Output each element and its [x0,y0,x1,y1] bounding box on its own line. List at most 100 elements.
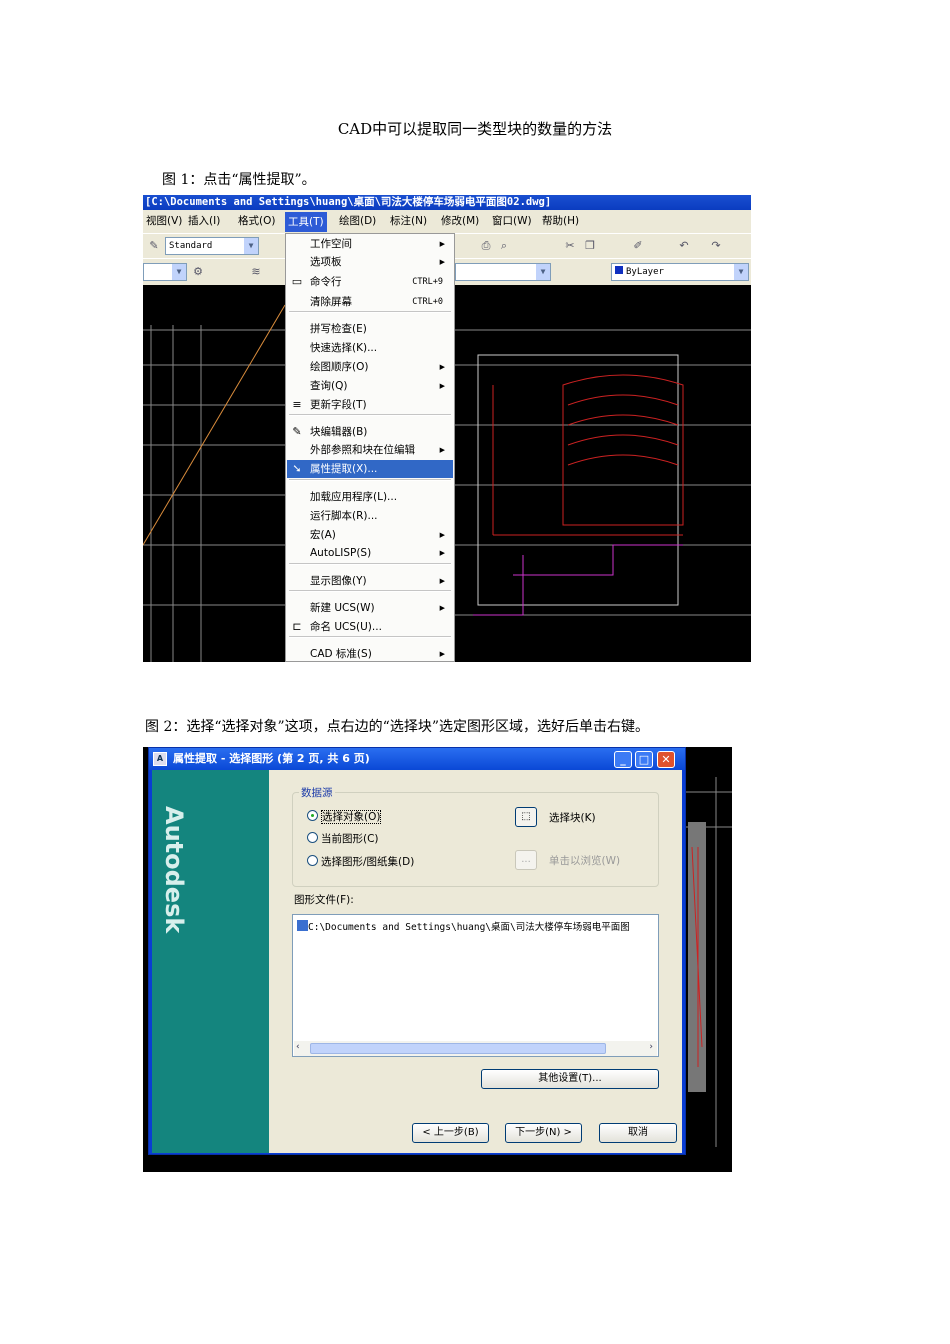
figure2-screenshot: A 属性提取 - 选择图形 (第 2 页, 共 6 页) _ □ ✕ Autod… [143,747,732,1172]
select-block-label: 选择块(K) [549,812,596,824]
radio-select-objects[interactable]: 选择对象(O) [307,809,382,824]
cad-drawing-canvas [686,777,732,1147]
menu-separator [289,563,451,565]
copy-icon[interactable]: ❐ [583,239,597,253]
drawing-files-list[interactable]: C:\Documents and Settings\huang\桌面\司法大楼停… [292,914,659,1057]
menu-item[interactable]: CAD 标准(S) ▶ [287,645,453,662]
submenu-arrow-icon: ▶ [439,382,445,390]
window-title-bar: [C:\Documents and Settings\huang\桌面\司法大楼… [143,195,751,210]
cut-icon[interactable]: ✂ [563,239,577,253]
menu-item[interactable]: 显示图像(Y) ▶ [287,572,453,590]
text-style-value: Standard [169,241,213,251]
dialog-title: 属性提取 - 选择图形 (第 2 页, 共 6 页) [173,752,370,765]
text-style-select[interactable]: Standard ▼ [165,237,259,255]
menu-item-label: CAD 标准(S) [310,648,372,660]
menu-item-label: AutoLISP(S) [310,547,372,559]
menu-item[interactable]: 宏(A) ▶ [287,526,453,544]
menu-item[interactable]: ➘ 属性提取(X)... [287,460,453,478]
menu-separator [289,479,451,481]
radio-icon [307,832,318,843]
maximize-button[interactable]: □ [635,751,653,768]
menu-item[interactable]: 加载应用程序(L)... [287,488,453,506]
close-button[interactable]: ✕ [657,751,675,768]
app-icon: A [153,752,167,766]
menu-item[interactable]: 快速选择(K)... [287,339,453,357]
menu-item-label: 更新字段(T) [310,399,367,411]
menu-item-label: 属性提取(X)... [310,463,378,475]
chevron-down-icon: ▼ [734,264,748,280]
text-style-icon: ✎ [149,239,159,252]
menu-item-label: 选项板 [310,256,342,268]
menu-item[interactable]: 清除屏幕 CTRL+0 [287,293,453,311]
menu-item[interactable]: 运行脚本(R)... [287,507,453,525]
menu-separator [289,414,451,416]
menu-item[interactable]: 外部参照和块在位编辑 ▶ [287,441,453,459]
autodesk-logo: Autodesk [160,806,188,934]
submenu-arrow-icon: ▶ [439,604,445,612]
minimize-button[interactable]: _ [614,751,632,768]
menu-item[interactable]: ▭ 命令行 CTRL+9 [287,273,453,291]
menu-item[interactable]: 拼写检查(E) [287,320,453,338]
redo-icon[interactable]: ↷ [709,239,723,253]
menu-item[interactable]: 绘图顺序(O) ▶ [287,358,453,376]
figure2-caption: 图 2：选择“选择对象”这项，点右边的“选择块”选定图形区域，选好后单击右键。 [145,719,649,735]
menu-insert[interactable]: 插入(I) [185,210,223,233]
radio-current-drawing[interactable]: 当前图形(C) [307,831,379,846]
select-block-button[interactable]: ⬚ [515,807,537,827]
next-button[interactable]: 下一步(N) > [505,1123,582,1143]
menu-shortcut: CTRL+9 [412,277,443,287]
dialog-title-bar: A 属性提取 - 选择图形 (第 2 页, 共 6 页) _ □ ✕ [149,748,685,770]
horizontal-scrollbar[interactable]: ‹ › [294,1041,657,1056]
menu-format[interactable]: 格式(O) [235,210,278,233]
scroll-left-icon[interactable]: ‹ [296,1042,300,1052]
brush-icon[interactable]: ✐ [631,239,645,253]
undo-icon[interactable]: ↶ [677,239,691,253]
menu-dimension[interactable]: 标注(N) [387,210,430,233]
scroll-right-icon[interactable]: › [649,1042,653,1052]
workspace-select[interactable]: ▼ [143,263,187,281]
menu-item-label: 新建 UCS(W) [310,602,375,614]
other-settings-button[interactable]: 其他设置(T)... [481,1069,659,1089]
menu-item[interactable]: ≡ 更新字段(T) [287,396,453,414]
menu-item-label: 块编辑器(B) [310,426,368,438]
menu-draw[interactable]: 绘图(D) [336,210,379,233]
settings-icon[interactable]: ⚙ [191,265,205,279]
file-path: C:\Documents and Settings\huang\桌面\司法大楼停… [308,922,630,933]
menu-item-label: 绘图顺序(O) [310,361,369,373]
named-ucs-icon: ⊏ [292,620,302,633]
submenu-arrow-icon: ▶ [439,577,445,585]
update-field-icon: ≡ [292,398,302,411]
layer-select[interactable]: ▼ [455,263,551,281]
menu-separator [289,636,451,638]
brand-panel: Autodesk [152,770,269,1153]
scrollbar-thumb[interactable] [310,1043,606,1054]
preview-icon[interactable]: ⌕ [497,239,511,253]
radio-label: 选择图形/图纸集(D) [321,856,415,868]
command-line-icon: ▭ [291,275,303,288]
menu-item[interactable]: 查询(Q) ▶ [287,377,453,395]
menu-item-label: 命令行 [310,276,342,288]
cancel-button[interactable]: 取消 [599,1123,677,1143]
menu-item[interactable]: AutoLISP(S) ▶ [287,544,453,562]
menu-item-label: 查询(Q) [310,380,348,392]
menu-window[interactable]: 窗口(W) [489,210,535,233]
menu-tools[interactable]: 工具(T) [285,212,327,232]
color-select[interactable]: ByLayer ▼ [611,263,749,281]
layers-icon[interactable]: ≋ [249,265,263,279]
menu-shortcut: CTRL+0 [412,297,443,307]
radio-select-drawings[interactable]: 选择图形/图纸集(D) [307,854,414,869]
menu-help[interactable]: 帮助(H) [539,210,582,233]
list-item[interactable]: C:\Documents and Settings\huang\桌面\司法大楼停… [297,919,630,933]
menu-item[interactable]: 选项板 ▶ [287,253,453,271]
chevron-down-icon: ▼ [172,264,186,280]
menu-view[interactable]: 视图(V) [143,210,185,233]
print-icon[interactable]: ⎙ [479,239,493,253]
back-button[interactable]: < 上一步(B) [412,1123,489,1143]
menu-item[interactable]: 新建 UCS(W) ▶ [287,599,453,617]
menu-item[interactable]: ✎ 块编辑器(B) [287,423,453,441]
menu-modify[interactable]: 修改(M) [438,210,482,233]
browse-button[interactable]: ... [515,850,537,870]
submenu-arrow-icon: ▶ [439,549,445,557]
menu-item[interactable]: ⊏ 命名 UCS(U)... [287,618,453,636]
menu-item[interactable]: 工作空间 ▶ [287,235,453,253]
